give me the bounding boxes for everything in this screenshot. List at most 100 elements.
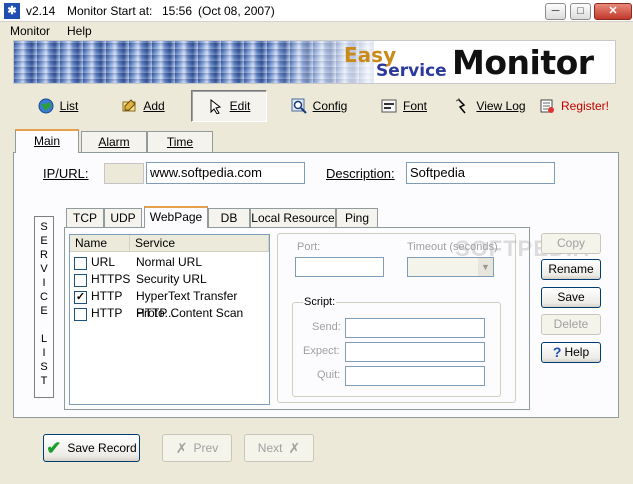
chevron-down-icon[interactable]: ▼ — [478, 258, 493, 276]
tab-time-label: Time — [166, 135, 194, 149]
tab-alarm[interactable]: Alarm — [81, 131, 147, 152]
toolbar: List Add Edit Config Font View Log Regis… — [13, 88, 616, 124]
service-list-gap — [35, 318, 53, 332]
column-header-service[interactable]: Service — [130, 235, 269, 252]
rename-button[interactable]: Rename — [541, 259, 601, 280]
column-header-name[interactable]: Name — [70, 235, 130, 252]
next-button[interactable]: Next ✗ — [244, 434, 314, 462]
port-label: Port: — [297, 241, 321, 253]
font-icon — [381, 99, 397, 113]
row-name: URL — [91, 255, 116, 269]
walk-left-icon: ✗ — [175, 439, 188, 456]
send-label: Send: — [312, 321, 341, 333]
row-service: Security URL — [136, 272, 207, 286]
service-list-letter: S — [40, 361, 48, 373]
minimize-button[interactable]: ─ — [545, 3, 566, 20]
monitor-start-time: 15:56 — [162, 4, 193, 18]
service-list-letter: I — [42, 277, 46, 289]
walk-right-icon: ✗ — [288, 439, 301, 456]
menu-help[interactable]: Help — [67, 24, 92, 38]
list-item[interactable]: HTTPS Security URL — [70, 271, 269, 288]
tab-db[interactable]: DB — [208, 208, 250, 227]
description-field[interactable]: Softpedia — [406, 162, 555, 184]
add-button-label: Add — [143, 99, 165, 113]
list-button[interactable]: List — [28, 90, 88, 122]
row-checkbox-checked[interactable]: ✓ — [74, 291, 87, 304]
view-log-button-label: View Log — [476, 99, 526, 113]
title-bar: ✱ v2.14 Monitor Start at: 15:56 (Oct 08,… — [0, 0, 633, 22]
ip-url-label: IP/URL: — [43, 166, 89, 181]
font-button[interactable]: Font — [376, 90, 432, 122]
menu-monitor[interactable]: Monitor — [10, 24, 50, 38]
magnifier-config-icon — [291, 98, 307, 114]
row-checkbox[interactable] — [74, 308, 87, 321]
copy-button[interactable]: Copy — [541, 233, 601, 254]
tab-udp[interactable]: UDP — [104, 208, 142, 227]
service-listview[interactable]: Name Service URL Normal URL HTTPS Securi… — [69, 234, 270, 405]
register-icon — [540, 99, 554, 113]
tab-tcp[interactable]: TCP — [66, 208, 104, 227]
prev-button[interactable]: ✗ Prev — [162, 434, 232, 462]
list-item[interactable]: ✓ HTTP HyperText Transfer Proto... — [70, 288, 269, 320]
service-list-letter: T — [40, 375, 48, 387]
save-button[interactable]: Save — [541, 287, 601, 308]
config-button[interactable]: Config — [286, 90, 352, 122]
banner: Easy Service Monitor — [13, 40, 616, 84]
row-name: HTTP — [91, 289, 123, 303]
tab-alarm-label: Alarm — [98, 135, 130, 149]
service-list-letter: L — [40, 333, 48, 345]
quit-field[interactable] — [345, 366, 485, 386]
send-field[interactable] — [345, 318, 485, 338]
edit-button[interactable]: Edit — [191, 90, 267, 122]
app-icon[interactable]: ✱ — [4, 3, 20, 19]
maximize-icon: □ — [577, 5, 584, 17]
service-list-letter: R — [40, 249, 48, 261]
prev-label: Prev — [193, 441, 219, 455]
list-item[interactable]: URL Normal URL — [70, 254, 269, 271]
font-button-label: Font — [402, 99, 427, 113]
next-label: Next — [257, 441, 283, 455]
register-button[interactable]: Register! — [538, 90, 610, 122]
close-button[interactable]: ✕ — [594, 3, 632, 20]
tab-main[interactable]: Main — [15, 129, 79, 153]
tab-ping[interactable]: Ping — [336, 208, 378, 227]
config-button-label: Config — [312, 99, 348, 113]
register-button-label: Register! — [560, 99, 610, 113]
ip-url-field[interactable]: www.softpedia.com — [146, 162, 305, 184]
expect-field[interactable] — [345, 342, 485, 362]
service-list-letter: I — [42, 347, 46, 359]
service-list-letter: V — [40, 263, 48, 275]
view-log-button[interactable]: View Log — [454, 90, 526, 122]
service-list-letter: C — [40, 291, 48, 303]
tab-main-label: Main — [33, 134, 60, 148]
question-icon: ? — [552, 344, 562, 360]
view-log-icon — [456, 98, 466, 114]
timeout-select[interactable]: ▼ — [407, 257, 494, 277]
menu-bar: Monitor Help — [0, 22, 633, 40]
row-checkbox[interactable] — [74, 257, 87, 270]
service-list-letter: E — [40, 305, 48, 317]
add-button[interactable]: Add — [113, 90, 173, 122]
check-icon: ✔ — [46, 437, 62, 458]
version-label: v2.14 — [26, 4, 56, 18]
tab-local-resource[interactable]: Local Resource — [250, 208, 336, 227]
list-button-label: List — [59, 99, 79, 113]
delete-button[interactable]: Delete — [541, 314, 601, 335]
edit-button-label: Edit — [229, 99, 251, 113]
monitor-start-date: (Oct 08, 2007) — [198, 4, 275, 18]
row-checkbox[interactable] — [74, 274, 87, 287]
tab-time[interactable]: Time — [147, 131, 213, 152]
tab-webpage[interactable]: WebPage — [144, 206, 208, 228]
minimize-icon: ─ — [551, 5, 560, 17]
close-icon: ✕ — [608, 5, 618, 17]
edit-pointer-icon — [210, 98, 221, 114]
help-button-label: Help — [564, 345, 590, 359]
save-record-button[interactable]: ✔ Save Record — [43, 434, 140, 462]
logo-service: Service — [376, 61, 447, 81]
add-note-icon — [122, 99, 137, 112]
list-item[interactable]: HTTP HTTP Content Scan — [70, 305, 269, 322]
help-button[interactable]: ? Help — [541, 342, 601, 363]
globe-icon — [38, 98, 54, 114]
port-field[interactable] — [295, 257, 384, 277]
maximize-button[interactable]: □ — [570, 3, 591, 20]
